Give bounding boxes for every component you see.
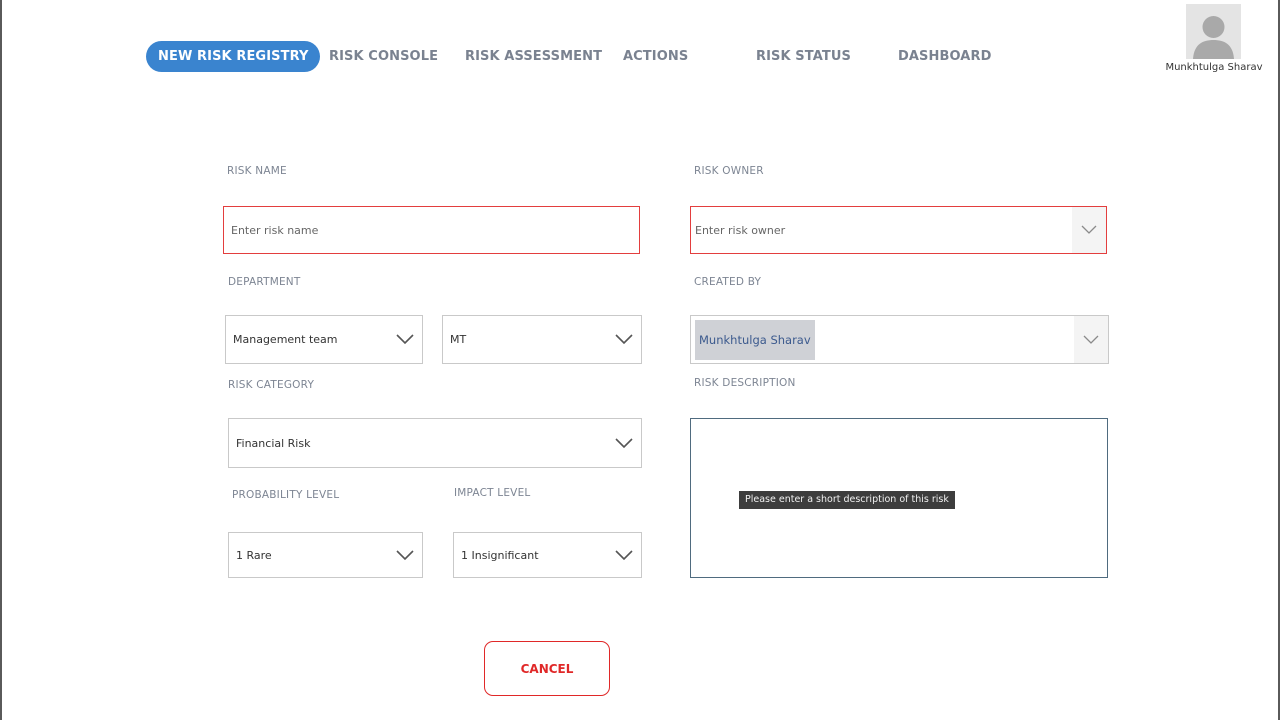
tab-dashboard[interactable]: DASHBOARD <box>898 41 991 72</box>
risk-category-value: Financial Risk <box>236 436 311 450</box>
user-silhouette-icon <box>1193 16 1234 59</box>
impact-level-select[interactable]: 1 Insignificant <box>453 532 642 578</box>
impact-level-label: IMPACT LEVEL <box>454 487 531 499</box>
probability-level-value: 1 Rare <box>236 548 272 562</box>
chevron-down-icon[interactable] <box>607 419 641 467</box>
chevron-down-icon[interactable] <box>1072 207 1106 253</box>
tab-actions[interactable]: ACTIONS <box>623 41 688 72</box>
risk-name-label: RISK NAME <box>227 165 287 177</box>
probability-level-label: PROBABILITY LEVEL <box>232 489 340 501</box>
department-label: DEPARTMENT <box>228 276 301 288</box>
tab-risk-assessment[interactable]: RISK ASSESSMENT <box>465 41 602 72</box>
tab-risk-console[interactable]: RISK CONSOLE <box>329 41 438 72</box>
user-name: Munkhtulga Sharav <box>1165 62 1263 73</box>
chevron-down-icon[interactable] <box>388 316 422 363</box>
risk-category-select[interactable]: Financial Risk <box>228 418 642 468</box>
cancel-button[interactable]: CANCEL <box>484 641 610 696</box>
risk-owner-label: RISK OWNER <box>694 165 764 177</box>
created-by-select[interactable]: Munkhtulga Sharav <box>690 315 1109 364</box>
tab-new-risk-registry[interactable]: NEW RISK REGISTRY <box>146 41 321 72</box>
probability-level-select[interactable]: 1 Rare <box>228 532 423 578</box>
department-value: Management team <box>233 333 338 346</box>
chevron-down-icon[interactable] <box>607 316 641 363</box>
chevron-down-icon[interactable] <box>1074 316 1108 363</box>
created-by-label: CREATED BY <box>694 276 762 288</box>
chevron-down-icon[interactable] <box>388 533 422 577</box>
risk-category-label: RISK CATEGORY <box>228 379 315 391</box>
tab-risk-status[interactable]: RISK STATUS <box>756 41 851 72</box>
risk-description-label: RISK DESCRIPTION <box>694 377 796 389</box>
chevron-down-icon[interactable] <box>607 533 641 577</box>
risk-description-tooltip: Please enter a short description of this… <box>739 491 955 509</box>
risk-owner-placeholder: Enter risk owner <box>695 223 786 237</box>
department-code-select[interactable]: MT <box>442 315 642 364</box>
created-by-chip[interactable]: Munkhtulga Sharav <box>695 319 815 360</box>
department-select[interactable]: Management team <box>225 315 423 364</box>
impact-level-value: 1 Insignificant <box>461 548 539 562</box>
department-code-value: MT <box>450 333 467 346</box>
risk-name-placeholder: Enter risk name <box>231 223 319 237</box>
avatar[interactable] <box>1186 4 1241 59</box>
risk-owner-select[interactable]: Enter risk owner <box>690 206 1107 254</box>
risk-name-input[interactable]: Enter risk name <box>223 206 640 254</box>
